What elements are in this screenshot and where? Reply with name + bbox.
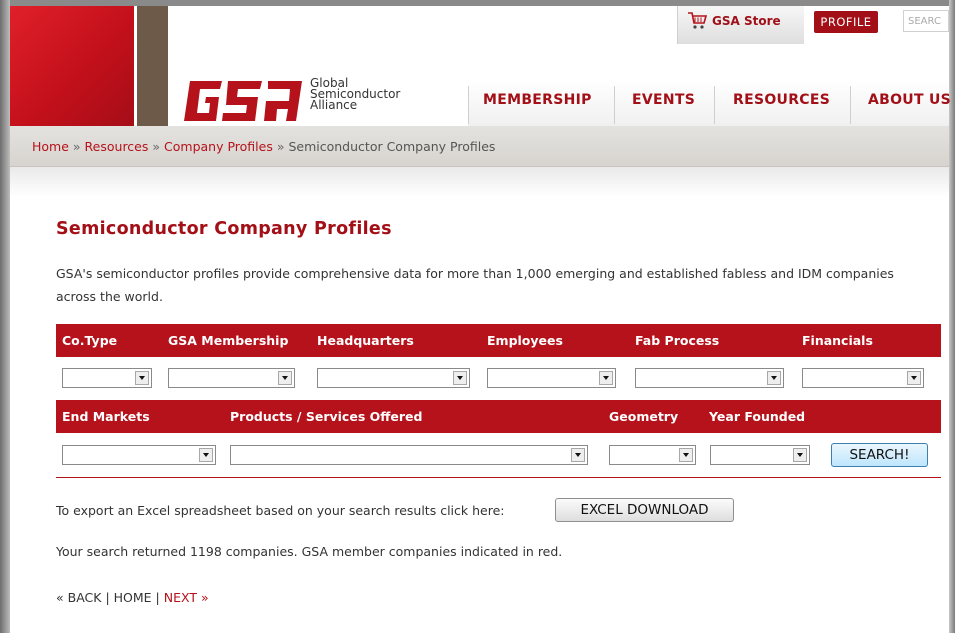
filter-bottom-rule <box>56 477 941 478</box>
chevron-down-icon <box>599 371 613 385</box>
site-search-input[interactable]: SEARC <box>903 10 949 32</box>
breadcrumb: Home » Resources » Company Profiles » Se… <box>32 139 495 154</box>
fab-process-select[interactable] <box>635 368 784 388</box>
pager-back-link[interactable]: « BACK <box>56 590 101 605</box>
label-fab-process: Fab Process <box>635 333 720 348</box>
export-line: To export an Excel spreadsheet based on … <box>56 503 504 518</box>
nav-divider <box>468 86 469 124</box>
breadcrumb-separator: » <box>152 139 161 154</box>
employees-select[interactable] <box>487 368 616 388</box>
pager-divider: | <box>155 590 160 605</box>
nav-divider <box>614 86 615 124</box>
store-label: GSA Store <box>712 14 781 28</box>
label-gsa-membership: GSA Membership <box>168 333 289 348</box>
nav-membership[interactable]: MEMBERSHIP <box>483 84 592 124</box>
label-headquarters: Headquarters <box>317 333 414 348</box>
export-text: To export an Excel spreadsheet based on … <box>56 503 505 518</box>
chevron-down-icon <box>679 448 693 462</box>
label-co-type: Co.Type <box>62 333 118 348</box>
chevron-down-icon <box>135 371 149 385</box>
geometry-select[interactable] <box>609 445 696 465</box>
end-markets-select[interactable] <box>62 445 216 465</box>
chevron-down-icon <box>793 448 807 462</box>
breadcrumb-resources[interactable]: Resources <box>85 139 149 154</box>
chevron-down-icon <box>907 371 921 385</box>
nav-resources[interactable]: RESOURCES <box>733 84 830 124</box>
year-founded-select[interactable] <box>710 445 810 465</box>
logo-line-alliance: Alliance <box>310 98 358 112</box>
brand-red-block <box>10 6 134 126</box>
products-services-select[interactable] <box>230 445 588 465</box>
intro-text: GSA's semiconductor profiles provide com… <box>56 266 894 304</box>
excel-download-button[interactable]: EXCEL DOWNLOAD <box>555 498 734 522</box>
results-summary: Your search returned 1198 companies. GSA… <box>56 544 563 559</box>
nav-events[interactable]: EVENTS <box>632 84 695 124</box>
chevron-down-icon <box>571 448 585 462</box>
logo-wordmark: Global Semiconductor Alliance <box>310 77 400 112</box>
filter-header-row-1: Co.Type GSA Membership Headquarters Empl… <box>56 324 941 357</box>
chevron-down-icon <box>453 371 467 385</box>
gsa-membership-select[interactable] <box>168 368 295 388</box>
nav-divider <box>850 86 851 124</box>
label-employees: Employees <box>487 333 563 348</box>
breadcrumb-company-profiles[interactable]: Company Profiles <box>164 139 273 154</box>
pager-divider: | <box>105 590 110 605</box>
co-type-select[interactable] <box>62 368 152 388</box>
label-year-founded: Year Founded <box>709 409 806 424</box>
label-products-services: Products / Services Offered <box>230 409 423 424</box>
filter-select-row-2: SEARCH! <box>56 433 941 467</box>
brand-brown-bar <box>137 6 168 126</box>
profile-button[interactable]: PROFILE <box>814 11 878 33</box>
pagination: « BACK | HOME | NEXT » <box>56 590 209 605</box>
chevron-down-icon <box>767 371 781 385</box>
label-end-markets: End Markets <box>62 409 150 424</box>
window-left-border <box>0 0 10 633</box>
pager-home-link[interactable]: HOME <box>114 590 152 605</box>
page-title: Semiconductor Company Profiles <box>56 219 392 239</box>
shopping-cart-icon <box>688 12 708 29</box>
chevron-down-icon <box>199 448 213 462</box>
breadcrumb-current: Semiconductor Company Profiles <box>288 139 496 154</box>
label-geometry: Geometry <box>609 409 679 424</box>
filter-select-row-1 <box>56 357 941 391</box>
nav-divider <box>714 86 715 124</box>
breadcrumb-home[interactable]: Home <box>32 139 69 154</box>
pager-next-link[interactable]: NEXT » <box>164 590 209 605</box>
gsa-store-link[interactable]: GSA Store <box>677 6 804 44</box>
search-button[interactable]: SEARCH! <box>831 443 928 467</box>
financials-select[interactable] <box>802 368 924 388</box>
breadcrumb-separator: » <box>72 139 81 154</box>
breadcrumb-separator: » <box>276 139 285 154</box>
gsa-logo-mark[interactable] <box>178 77 304 121</box>
filter-header-row-2: End Markets Products / Services Offered … <box>56 400 941 433</box>
nav-about-us[interactable]: ABOUT US <box>868 84 951 124</box>
chevron-down-icon <box>278 371 292 385</box>
label-financials: Financials <box>802 333 873 348</box>
content-top-shade <box>10 167 949 197</box>
headquarters-select[interactable] <box>317 368 470 388</box>
